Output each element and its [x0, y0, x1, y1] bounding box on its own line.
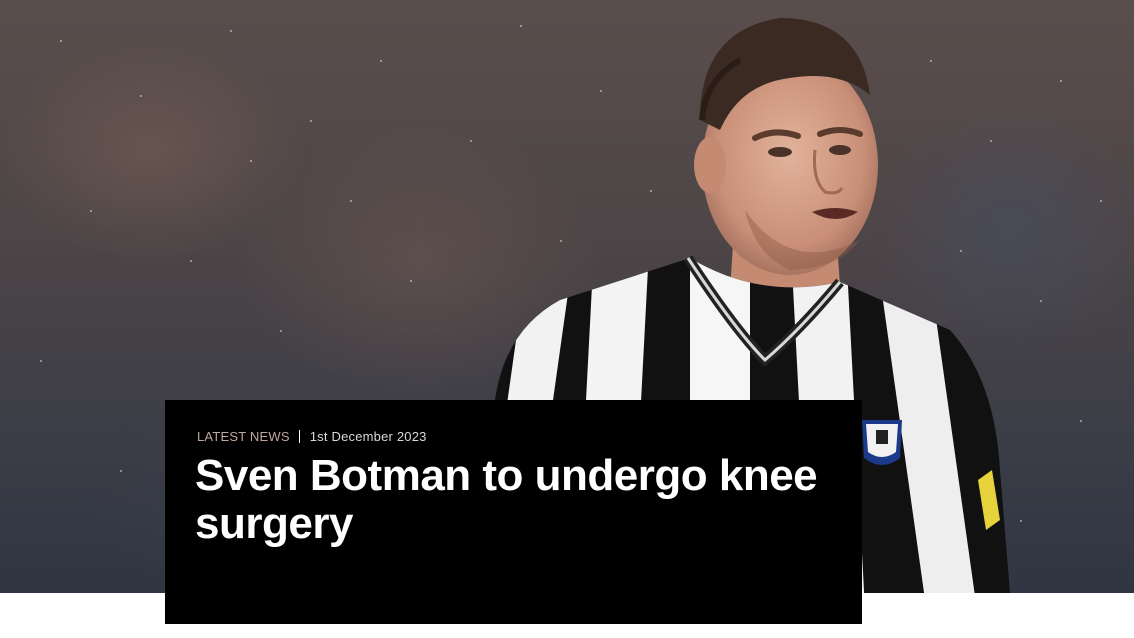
- category-label[interactable]: LATEST NEWS: [197, 429, 290, 444]
- meta-divider: [298, 430, 300, 443]
- article-headline[interactable]: Sven Botman to undergo knee surgery: [195, 452, 835, 548]
- article-meta: LATEST NEWS 1st December 2023: [197, 429, 427, 444]
- club-crest: [862, 420, 902, 465]
- article-hero: LATEST NEWS 1st December 2023 Sven Botman…: [0, 0, 1134, 638]
- headline-card[interactable]: LATEST NEWS 1st December 2023 Sven Botman…: [165, 400, 862, 624]
- publish-date: 1st December 2023: [309, 429, 427, 444]
